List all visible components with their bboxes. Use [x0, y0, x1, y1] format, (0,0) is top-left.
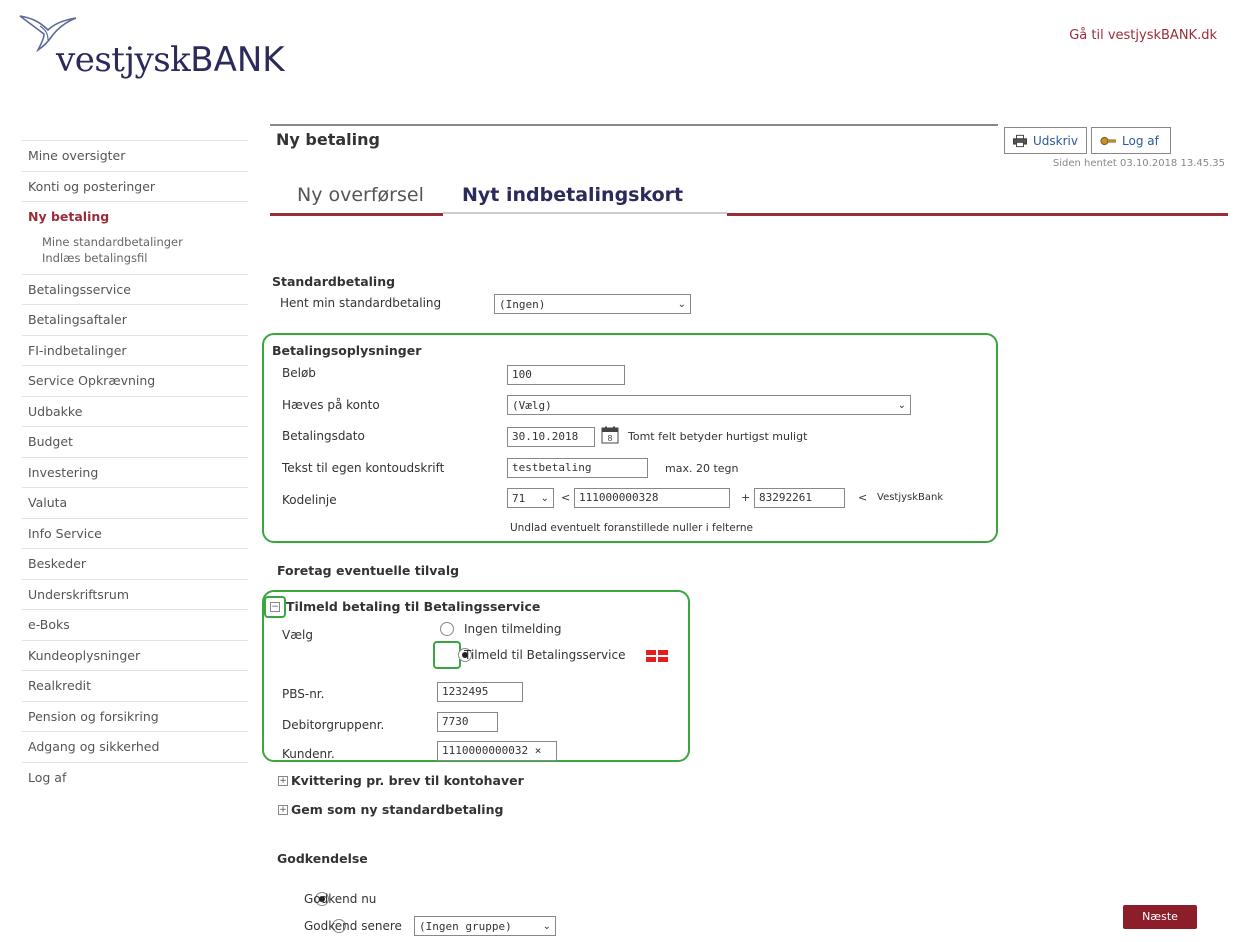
signup-label: Tilmeld til Betalingsservice — [464, 648, 626, 662]
print-label: Udskriv — [1033, 133, 1078, 148]
expand-receipt-icon[interactable]: + — [278, 776, 288, 786]
standard-select-value: (Ingen) — [499, 297, 546, 311]
approval-section-title: Godkendelse — [277, 851, 368, 866]
date-hint: Tomt felt betyder hurtigst muligt — [628, 430, 808, 443]
chevron-down-icon: ⌄ — [540, 492, 549, 504]
tab-underline-right — [727, 213, 1228, 216]
sidebar-item-service-opkraevning[interactable]: Service Opkrævning — [22, 365, 248, 396]
sidebar-item-underskriftsrum[interactable]: Underskriftsrum — [22, 578, 248, 610]
codeline-reference-input[interactable]: 111000000328 — [574, 488, 730, 508]
pbs-input[interactable]: 1232495 — [437, 682, 523, 702]
codeline-plus: + — [741, 491, 751, 504]
sidebar-item-udbakke[interactable]: Udbakke — [22, 395, 248, 427]
sidebar-item-fi-indbetalinger[interactable]: FI-indbetalinger — [22, 334, 248, 366]
debtor-group-input[interactable]: 7730 — [437, 712, 498, 732]
logo[interactable]: vestjyskBANK — [18, 10, 338, 90]
sidebar-item-info-service[interactable]: Info Service — [22, 517, 248, 549]
approval-group-select[interactable]: (Ingen gruppe) ⌄ — [414, 916, 556, 936]
sidebar-nav: Mine oversigter Konti og posteringer Ny … — [22, 140, 248, 792]
header-divider — [270, 124, 998, 126]
account-select-value: (Vælg) — [512, 398, 552, 412]
chevron-down-icon: ⌄ — [677, 298, 686, 310]
date-input[interactable]: 30.10.2018 — [507, 427, 595, 447]
expand-save-standard-icon[interactable]: + — [278, 805, 288, 815]
codeline-lt: < — [561, 491, 571, 504]
codeline-lt-2: < — [858, 491, 868, 504]
chevron-down-icon: ⌄ — [542, 920, 551, 932]
sidebar-item-pension[interactable]: Pension og forsikring — [22, 700, 248, 732]
amount-input[interactable]: 100 — [507, 365, 625, 385]
text-label: Tekst til egen kontoudskrift — [282, 461, 445, 475]
sidebar-item-beskeder[interactable]: Beskeder — [22, 548, 248, 579]
key-icon — [1100, 136, 1116, 145]
radio-no-signup[interactable] — [440, 622, 454, 636]
codeline-hint: Undlad eventuelt foranstillede nuller i … — [510, 522, 753, 534]
betalingsservice-highlight-box — [262, 590, 690, 762]
chevron-down-icon: ⌄ — [897, 399, 906, 411]
betalingsservice-title[interactable]: Tilmeld betaling til Betalingsservice — [286, 599, 540, 614]
options-section-title: Foretag eventuelle tilvalg — [277, 563, 460, 578]
approval-group-value: (Ingen gruppe) — [419, 919, 512, 933]
page-loaded-timestamp: Siden hentet 03.10.2018 13.45.35 — [1052, 158, 1225, 169]
pbs-label: PBS-nr. — [282, 687, 325, 701]
codeline-type-value: 71 — [512, 491, 526, 505]
account-select[interactable]: (Vælg) ⌄ — [507, 395, 911, 415]
sidebar-item-adgang[interactable]: Adgang og sikkerhed — [22, 731, 248, 762]
printer-icon — [1013, 134, 1028, 147]
sidebar-item-betalingsaftaler[interactable]: Betalingsaftaler — [22, 304, 248, 335]
date-label: Betalingsdato — [282, 429, 365, 443]
tab-nyt-indbetalingskort[interactable]: Nyt indbetalingskort — [462, 184, 683, 206]
sidebar-item-kundeoplysninger[interactable]: Kundeoplysninger — [22, 639, 248, 671]
payment-section-title: Betalingsoplysninger — [272, 343, 422, 358]
sidebar-item-realkredit[interactable]: Realkredit — [22, 670, 248, 701]
sidebar-item-mine-oversigter[interactable]: Mine oversigter — [22, 140, 248, 171]
tab-ny-overforsel[interactable]: Ny overførsel — [297, 184, 424, 206]
sidebar-item-konti[interactable]: Konti og posteringer — [22, 170, 248, 202]
receipt-option[interactable]: Kvittering pr. brev til kontohaver — [291, 773, 524, 788]
sidebar-item-ny-betaling[interactable]: Ny betaling — [22, 201, 248, 232]
customer-no-input[interactable]: 1110000000032 × — [437, 741, 557, 761]
codeline-creditor-input[interactable]: 83292261 — [754, 488, 845, 508]
save-standard-option[interactable]: Gem som ny standardbetaling — [291, 802, 503, 817]
approve-now-label: Godkend nu — [304, 892, 377, 906]
goto-website-link[interactable]: Gå til vestjyskBANK.dk — [1069, 28, 1217, 43]
sidebar-item-log-af[interactable]: Log af — [22, 761, 248, 793]
signup-highlight — [433, 641, 461, 669]
calendar-icon[interactable]: 8 — [601, 426, 619, 444]
standard-select[interactable]: (Ingen) ⌄ — [494, 294, 691, 314]
sidebar-item-valuta[interactable]: Valuta — [22, 487, 248, 518]
account-label: Hæves på konto — [282, 398, 380, 412]
sidebar-subitem-betalingsfil[interactable]: Indlæs betalingsfil — [42, 250, 248, 266]
sidebar-item-budget[interactable]: Budget — [22, 426, 248, 457]
tab-underline-left — [270, 213, 443, 216]
logout-label: Log af — [1122, 133, 1159, 148]
logout-button[interactable]: Log af — [1091, 127, 1171, 154]
logo-text: vestjyskBANK — [56, 40, 285, 80]
standard-label: Hent min standardbetaling — [280, 296, 442, 310]
betalingsservice-logo-icon — [646, 650, 668, 662]
sidebar-item-e-boks[interactable]: e-Boks — [22, 609, 248, 640]
text-max-hint: max. 20 tegn — [665, 462, 739, 475]
codeline-bank: VestjyskBank — [877, 492, 944, 503]
standard-section-title: Standardbetaling — [272, 274, 396, 289]
choose-label: Vælg — [282, 628, 313, 642]
codeline-label: Kodelinje — [282, 493, 337, 507]
sidebar-subitems: Mine standardbetalinger Indlæs betalings… — [22, 232, 248, 274]
sidebar-item-betalingsservice[interactable]: Betalingsservice — [22, 273, 248, 305]
no-signup-label: Ingen tilmelding — [464, 622, 562, 636]
approve-later-label: Godkend senere — [304, 919, 402, 933]
print-button[interactable]: Udskriv — [1004, 127, 1087, 154]
statement-text-input[interactable]: testbetaling — [507, 458, 648, 478]
customer-no-label: Kundenr. — [282, 747, 335, 761]
sidebar-subitem-standardbetalinger[interactable]: Mine standardbetalinger — [42, 234, 248, 250]
sidebar-item-investering[interactable]: Investering — [22, 456, 248, 488]
svg-text:8: 8 — [607, 434, 612, 443]
tab-underline-active — [443, 212, 727, 214]
codeline-type-select[interactable]: 71 ⌄ — [507, 488, 554, 508]
next-button[interactable]: Næste — [1123, 905, 1197, 929]
debtor-group-label: Debitorgruppenr. — [282, 718, 385, 732]
collapse-toggle-icon[interactable]: − — [270, 602, 280, 612]
amount-label: Beløb — [282, 366, 316, 380]
page-title: Ny betaling — [276, 130, 380, 149]
